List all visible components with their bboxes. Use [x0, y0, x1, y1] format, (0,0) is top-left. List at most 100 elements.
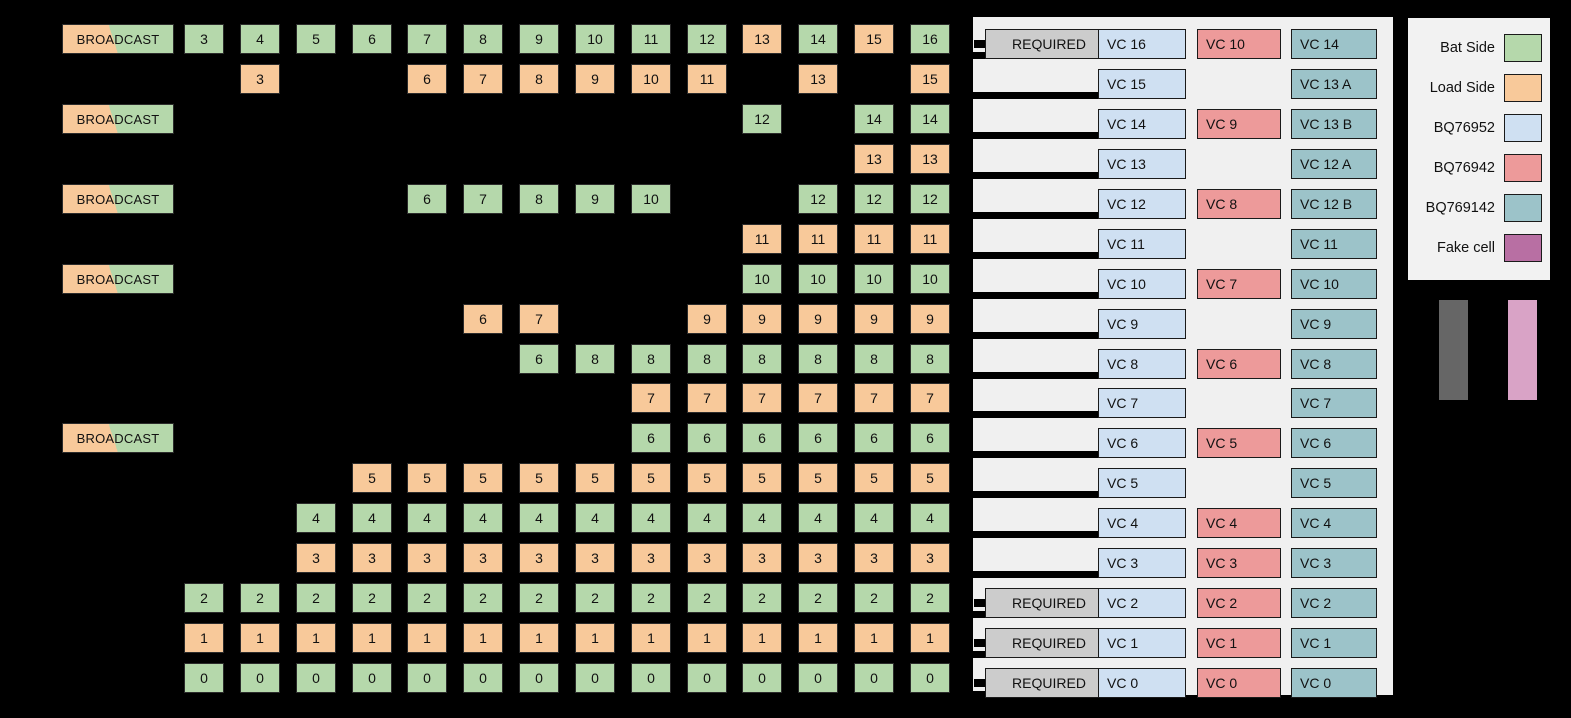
matrix-cell: 3	[854, 543, 894, 573]
matrix-cell: 3	[798, 543, 838, 573]
vc-box-c9142: VC 10	[1291, 269, 1377, 299]
vc-box-c9142: VC 12 B	[1291, 189, 1377, 219]
vc-box-c9142: VC 12 A	[1291, 149, 1377, 179]
vc-box-c942: VC 8	[1197, 189, 1281, 219]
legend-item: Bat Side	[1408, 28, 1542, 68]
matrix-cell: 11	[854, 224, 894, 254]
vc-box-c952: VC 6	[1098, 428, 1186, 458]
required-stub-left-icon	[974, 599, 985, 607]
broadcast-cell: BROADCAST	[62, 24, 174, 54]
matrix-cell: 7	[742, 383, 782, 413]
matrix-cell: 12	[910, 184, 950, 214]
connection-line	[973, 571, 1098, 578]
vc-box-c952: VC 13	[1098, 149, 1186, 179]
vc-box-c942: VC 0	[1197, 668, 1281, 698]
vc-box-c9142: VC 6	[1291, 428, 1377, 458]
matrix-cell: 10	[575, 24, 615, 54]
matrix-cell: 1	[575, 623, 615, 653]
matrix-cell: 0	[742, 663, 782, 693]
connection-line	[973, 292, 1098, 299]
matrix-cell: 2	[687, 583, 727, 613]
matrix-cell: 0	[184, 663, 224, 693]
matrix-cell: 5	[463, 463, 503, 493]
connection-line	[973, 212, 1098, 219]
matrix-cell: 3	[575, 543, 615, 573]
vc-box-c9142: VC 13 A	[1291, 69, 1377, 99]
matrix-cell: 8	[631, 344, 671, 374]
matrix-cell: 4	[742, 503, 782, 533]
broadcast-cell: BROADCAST	[62, 264, 174, 294]
matrix-cell: 2	[575, 583, 615, 613]
matrix-cell: 6	[854, 423, 894, 453]
matrix-cell: 5	[575, 463, 615, 493]
vc-box-c952: VC 2	[1098, 588, 1186, 618]
matrix-cell: 1	[463, 623, 503, 653]
matrix-cell: 3	[910, 543, 950, 573]
vc-box-c9142: VC 0	[1291, 668, 1377, 698]
matrix-cell: 4	[296, 503, 336, 533]
required-badge: REQUIRED	[985, 628, 1113, 658]
vc-box-c952: VC 3	[1098, 548, 1186, 578]
matrix-cell: 0	[352, 663, 392, 693]
matrix-cell: 8	[854, 344, 894, 374]
matrix-cell: 5	[798, 463, 838, 493]
vc-box-c9142: VC 14	[1291, 29, 1377, 59]
matrix-cell: 0	[631, 663, 671, 693]
matrix-cell: 14	[854, 104, 894, 134]
matrix-cell: 9	[798, 304, 838, 334]
vc-box-c952: VC 10	[1098, 269, 1186, 299]
legend-item: Load Side	[1408, 68, 1542, 108]
vc-box-c942: VC 2	[1197, 588, 1281, 618]
matrix-cell: 10	[798, 264, 838, 294]
matrix-cell: 5	[687, 463, 727, 493]
matrix-cell: 1	[742, 623, 782, 653]
cell-mapping-matrix: BROADCAST 3 4 5 6 7 8 9 10 11 12 13 14 15 16 3 6 7 8 9 10 11 1…	[0, 0, 960, 718]
required-stub-left-icon	[974, 679, 985, 687]
matrix-cell: 6	[631, 423, 671, 453]
vc-box-c9142: VC 9	[1291, 309, 1377, 339]
legend-item: Fake cell	[1408, 228, 1542, 268]
matrix-cell: 5	[519, 463, 559, 493]
matrix-cell: 4	[352, 503, 392, 533]
legend-swatch	[1504, 154, 1542, 182]
matrix-cell: 9	[742, 304, 782, 334]
vc-box-c952: VC 4	[1098, 508, 1186, 538]
vc-box-c952: VC 14	[1098, 109, 1186, 139]
matrix-cell: 8	[463, 24, 503, 54]
matrix-cell: 11	[742, 224, 782, 254]
legend-label: BQ769142	[1425, 200, 1495, 216]
matrix-cell: 1	[296, 623, 336, 653]
matrix-cell: 9	[519, 24, 559, 54]
connection-line	[973, 252, 1098, 259]
matrix-cell: 7	[463, 64, 503, 94]
matrix-cell: 6	[519, 344, 559, 374]
matrix-cell: 13	[854, 144, 894, 174]
matrix-cell: 11	[798, 224, 838, 254]
connection-line	[973, 491, 1098, 498]
vc-box-c952: VC 15	[1098, 69, 1186, 99]
vc-box-c952: VC 9	[1098, 309, 1186, 339]
matrix-cell: 10	[910, 264, 950, 294]
broadcast-cell: BROADCAST	[62, 184, 174, 214]
matrix-cell: 7	[798, 383, 838, 413]
legend-swatch	[1504, 114, 1542, 142]
matrix-cell: 9	[910, 304, 950, 334]
vc-box-c952: VC 8	[1098, 349, 1186, 379]
matrix-cell: 1	[854, 623, 894, 653]
matrix-cell: 4	[463, 503, 503, 533]
matrix-cell: 1	[240, 623, 280, 653]
matrix-cell: 1	[798, 623, 838, 653]
matrix-cell: 6	[352, 24, 392, 54]
matrix-cell: 5	[407, 463, 447, 493]
matrix-cell: 0	[798, 663, 838, 693]
matrix-cell: 2	[854, 583, 894, 613]
matrix-cell: 0	[854, 663, 894, 693]
legend-swatch	[1504, 74, 1542, 102]
matrix-cell: 3	[631, 543, 671, 573]
legend-label: BQ76952	[1433, 120, 1495, 136]
matrix-cell: 9	[687, 304, 727, 334]
legend-label: Fake cell	[1436, 240, 1495, 256]
connection-line	[973, 531, 1098, 538]
matrix-cell: 9	[575, 184, 615, 214]
matrix-cell: 12	[742, 104, 782, 134]
